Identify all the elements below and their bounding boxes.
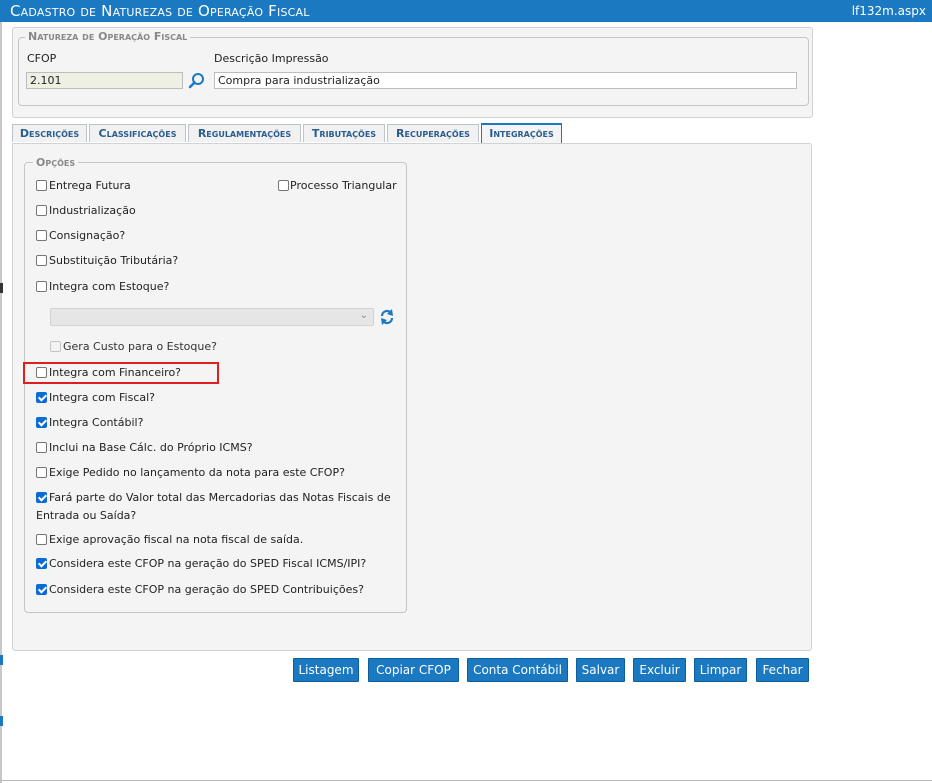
gera-custo-checkbox[interactable] — [50, 341, 61, 352]
opcoes-legend: Opções — [33, 156, 79, 169]
fara-parte-label-line2: Entrada ou Saída? — [36, 509, 137, 522]
edge-marker — [0, 655, 3, 665]
descricao-field[interactable]: Compra para industrialização — [214, 72, 797, 89]
tab-integracoes[interactable]: Integrações — [481, 123, 562, 143]
industrializacao-label: Industrialização — [49, 204, 136, 217]
edge-marker — [0, 716, 3, 726]
integra-contabil-checkbox[interactable] — [36, 417, 47, 428]
sped-contribuicoes-checkbox[interactable] — [36, 584, 47, 595]
tab-recuperacoes[interactable]: Recuperações — [387, 124, 479, 142]
descricao-label: Descrição Impressão — [214, 52, 329, 65]
inclui-base-checkbox[interactable] — [36, 442, 47, 453]
chevron-down-icon: ⌄ — [359, 310, 368, 321]
sped-icms-label: Considera este CFOP na geração do SPED F… — [49, 557, 367, 570]
integra-contabil-label: Integra Contábil? — [49, 416, 144, 429]
cfop-label: CFOP — [27, 52, 57, 65]
cfop-field[interactable]: 2.101 — [26, 72, 183, 89]
integra-fiscal-checkbox[interactable] — [36, 392, 47, 403]
entrega-futura-label: Entrega Futura — [49, 179, 131, 192]
search-icon[interactable] — [188, 72, 206, 90]
exige-aprovacao-checkbox[interactable] — [36, 534, 47, 545]
exige-aprovacao-label: Exige aprovação fiscal na nota fiscal de… — [49, 533, 304, 546]
tab-classificacoes[interactable]: Classificações — [89, 124, 186, 142]
natureza-legend: Natureza de Operação Fiscal — [25, 30, 191, 43]
limpar-button[interactable]: Limpar — [694, 658, 747, 682]
integra-fiscal-label: Integra com Fiscal? — [49, 391, 156, 404]
processo-triangular-label: Processo Triangular — [290, 179, 397, 192]
excluir-button[interactable]: Excluir — [633, 658, 686, 682]
integra-estoque-checkbox[interactable] — [36, 281, 47, 292]
fara-parte-checkbox[interactable] — [36, 492, 47, 503]
window-bottom-edge — [0, 780, 932, 781]
edge-marker — [0, 283, 3, 293]
window-filename: lf132m.aspx — [851, 4, 926, 18]
sped-icms-checkbox[interactable] — [36, 558, 47, 569]
exige-pedido-label: Exige Pedido no lançamento da nota para … — [49, 466, 345, 479]
entrega-futura-checkbox[interactable] — [36, 180, 47, 191]
fara-parte-label-line1: Fará parte do Valor total das Mercadoria… — [49, 491, 391, 504]
tab-tributacoes[interactable]: Tributações — [303, 124, 385, 142]
processo-triangular-checkbox[interactable] — [278, 180, 289, 191]
industrializacao-checkbox[interactable] — [36, 205, 47, 216]
tab-regulamentacoes[interactable]: Regulamentações — [188, 124, 301, 142]
window-left-edge — [0, 22, 2, 783]
copiar-cfop-button[interactable]: Copiar CFOP — [368, 658, 459, 682]
salvar-button[interactable]: Salvar — [576, 658, 625, 682]
integra-financeiro-label: Integra com Financeiro? — [49, 366, 182, 379]
window-title: Cadastro de Naturezas de Operação Fiscal — [10, 2, 310, 20]
sped-contribuicoes-label: Considera este CFOP na geração do SPED C… — [49, 583, 364, 596]
tab-descricoes[interactable]: Descrições — [12, 124, 87, 142]
listagem-button[interactable]: Listagem — [293, 658, 359, 682]
estoque-select[interactable]: ⌄ — [50, 308, 374, 326]
consignacao-label: Consignação? — [49, 229, 126, 242]
substituicao-checkbox[interactable] — [36, 255, 47, 266]
window-titlebar: Cadastro de Naturezas de Operação Fiscal… — [0, 0, 932, 22]
substituicao-label: Substituição Tributária? — [49, 254, 179, 267]
fechar-button[interactable]: Fechar — [756, 658, 809, 682]
consignacao-checkbox[interactable] — [36, 230, 47, 241]
conta-contabil-button[interactable]: Conta Contábil — [467, 658, 568, 682]
gera-custo-label: Gera Custo para o Estoque? — [63, 340, 217, 353]
integra-estoque-label: Integra com Estoque? — [49, 280, 170, 293]
inclui-base-label: Inclui na Base Cálc. do Próprio ICMS? — [49, 441, 253, 454]
exige-pedido-checkbox[interactable] — [36, 467, 47, 478]
refresh-icon[interactable] — [379, 308, 395, 326]
integra-financeiro-checkbox[interactable] — [36, 367, 47, 378]
